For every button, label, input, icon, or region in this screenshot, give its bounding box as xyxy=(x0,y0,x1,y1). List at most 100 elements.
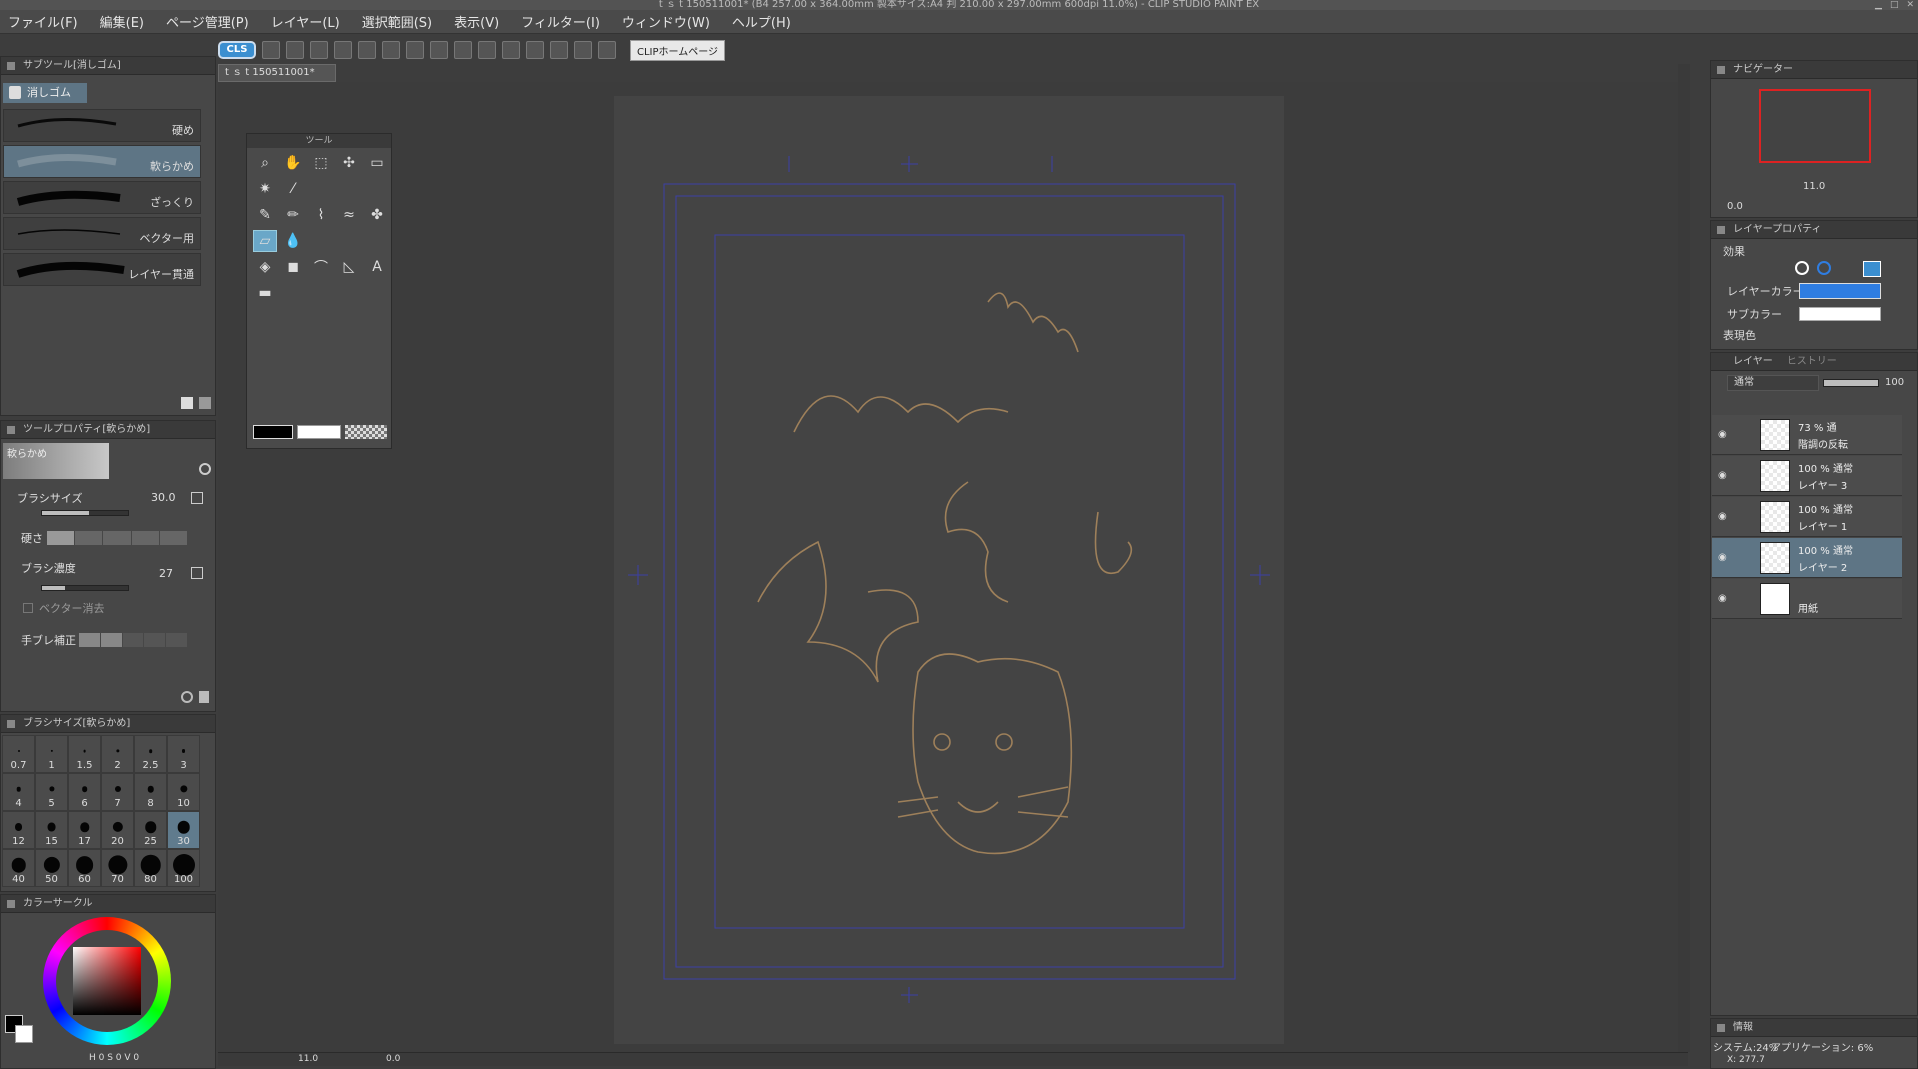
magnify-icon[interactable] xyxy=(199,463,211,475)
brush-size-preset[interactable]: 70 xyxy=(101,849,134,887)
brush-size-preset[interactable]: 25 xyxy=(134,811,167,849)
ruler-tool-icon[interactable]: ◺ xyxy=(337,256,361,278)
history-tab[interactable]: ヒストリー xyxy=(1787,353,1837,370)
navigator-rotate[interactable]: 0.0 xyxy=(1727,201,1743,212)
sub-color-swatch[interactable] xyxy=(15,1025,33,1043)
blend-tool-icon[interactable]: 💧 xyxy=(281,230,305,252)
layer-row[interactable]: ◉ 73 % 通階調の反転 xyxy=(1712,415,1902,455)
border-effect-icon[interactable] xyxy=(1795,261,1809,275)
brush-size-value[interactable]: 30.0 xyxy=(151,491,176,504)
subtool-item-through-layers[interactable]: レイヤー貫通 xyxy=(3,253,201,286)
decoration-tool-icon[interactable]: ✤ xyxy=(365,204,389,226)
navigator-preview[interactable] xyxy=(1759,89,1871,163)
brush-size-preset[interactable]: 100 xyxy=(167,849,200,887)
menu-layer[interactable]: レイヤー(L) xyxy=(271,12,340,31)
eye-icon[interactable]: ◉ xyxy=(1718,552,1727,563)
fill-icon[interactable] xyxy=(406,41,424,59)
brush-size-preset[interactable]: 1 xyxy=(35,735,68,773)
navigator-zoom[interactable]: 11.0 xyxy=(1803,181,1825,192)
opacity-value[interactable]: 100 xyxy=(1885,377,1904,388)
transparent-color-bar[interactable] xyxy=(345,425,387,439)
brush-size-preset[interactable]: 0.7 xyxy=(2,735,35,773)
subtool-item-rough[interactable]: ざっくり xyxy=(3,181,201,214)
pressure-toggle-icon[interactable] xyxy=(191,492,203,504)
auto-select-tool-icon[interactable]: ✷ xyxy=(253,178,277,200)
save-icon[interactable] xyxy=(310,41,328,59)
menu-filter[interactable]: フィルター(I) xyxy=(521,12,600,31)
eye-icon[interactable]: ◉ xyxy=(1718,429,1727,440)
brush-size-preset[interactable]: 60 xyxy=(68,849,101,887)
subtool-group-tab[interactable]: 消しゴム xyxy=(3,83,87,103)
frame-tool-icon[interactable]: ▬ xyxy=(253,282,277,304)
brush-size-preset[interactable]: 2.5 xyxy=(134,735,167,773)
new-file-icon[interactable] xyxy=(262,41,280,59)
layers-tab[interactable]: レイヤー xyxy=(1733,353,1773,370)
menu-page[interactable]: ページ管理(P) xyxy=(166,12,249,31)
saturation-value-square[interactable] xyxy=(73,947,141,1015)
ruler-snap-icon[interactable] xyxy=(478,41,496,59)
brush-size-preset[interactable]: 1.5 xyxy=(68,735,101,773)
maximize-icon[interactable]: □ xyxy=(1890,0,1899,10)
move-tool-icon[interactable]: ✣ xyxy=(337,152,361,174)
vector-erase-checkbox[interactable] xyxy=(23,603,33,613)
zoom-tool-icon[interactable]: ⌕ xyxy=(253,152,277,174)
pressure-toggle-icon[interactable] xyxy=(191,567,203,579)
layer-color-swatch[interactable] xyxy=(1799,283,1881,299)
stabilization-selector[interactable] xyxy=(79,633,187,647)
open-file-icon[interactable] xyxy=(286,41,304,59)
vertical-scrollbar[interactable] xyxy=(1678,64,1690,1052)
brush-size-preset[interactable]: 5 xyxy=(35,773,68,811)
brush-size-preset[interactable]: 2 xyxy=(101,735,134,773)
sub-color-swatch[interactable] xyxy=(1799,307,1881,321)
eye-icon[interactable]: ◉ xyxy=(1718,593,1727,604)
density-slider[interactable] xyxy=(41,585,129,591)
gradient-tool-icon[interactable]: ◼ xyxy=(281,256,305,278)
brush-size-preset[interactable]: 30 xyxy=(167,811,200,849)
airbrush-tool-icon[interactable]: ≈ xyxy=(337,204,361,226)
menu-selection[interactable]: 選択範囲(S) xyxy=(362,12,432,31)
line-icon[interactable] xyxy=(550,41,568,59)
pencil-tool-icon[interactable]: ✏ xyxy=(281,204,305,226)
sub-color-bar[interactable] xyxy=(297,425,341,439)
clear-icon[interactable] xyxy=(430,41,448,59)
delete-subtool-icon[interactable] xyxy=(199,397,211,409)
brush-size-preset[interactable]: 50 xyxy=(35,849,68,887)
menu-edit[interactable]: 編集(E) xyxy=(100,12,144,31)
menu-help[interactable]: ヘルプ(H) xyxy=(732,12,791,31)
grid-snap-icon[interactable] xyxy=(526,41,544,59)
hand-tool-icon[interactable]: ✋ xyxy=(281,152,305,174)
eye-icon[interactable]: ◉ xyxy=(1718,470,1727,481)
brush-size-preset[interactable]: 4 xyxy=(2,773,35,811)
brush-size-preset[interactable]: 3 xyxy=(167,735,200,773)
subtool-item-vector[interactable]: ベクター用 xyxy=(3,217,201,250)
brush-size-preset[interactable]: 12 xyxy=(2,811,35,849)
layer-row[interactable]: ◉ 100 % 通常 レイヤー 2 xyxy=(1712,538,1902,578)
eyedropper-tool-icon[interactable]: ⁄ xyxy=(281,178,305,200)
minimize-icon[interactable]: ▁ xyxy=(1875,0,1882,10)
new-subtool-icon[interactable] xyxy=(181,397,193,409)
clip-homepage-button[interactable]: CLIPホームページ xyxy=(630,39,726,61)
layer-color-effect-icon[interactable] xyxy=(1863,261,1881,277)
menu-file[interactable]: ファイル(F) xyxy=(8,12,78,31)
redo-icon[interactable] xyxy=(358,41,376,59)
brush-size-preset[interactable]: 80 xyxy=(134,849,167,887)
layer-row[interactable]: ◉ 100 % 通常 レイヤー 1 xyxy=(1712,497,1902,537)
subtool-item-soft[interactable]: 軟らかめ xyxy=(3,145,201,178)
brush-size-preset[interactable]: 6 xyxy=(68,773,101,811)
brush-size-preset[interactable]: 7 xyxy=(101,773,134,811)
pen-pressure-icon[interactable] xyxy=(598,41,616,59)
layer-row[interactable]: ◉ 100 % 通常 レイヤー 3 xyxy=(1712,456,1902,496)
curve-icon[interactable] xyxy=(574,41,592,59)
brush-size-preset[interactable]: 40 xyxy=(2,849,35,887)
wrench-icon[interactable] xyxy=(199,691,209,703)
brush-tool-icon[interactable]: ⌇ xyxy=(309,204,333,226)
brush-size-slider[interactable] xyxy=(41,510,129,516)
menu-window[interactable]: ウィンドウ(W) xyxy=(622,12,710,31)
brush-size-preset[interactable]: 8 xyxy=(134,773,167,811)
layer-row[interactable]: ◉ 用紙 xyxy=(1712,579,1902,619)
eye-icon[interactable]: ◉ xyxy=(1718,511,1727,522)
settings-icon[interactable] xyxy=(181,691,193,703)
horizontal-scrollbar[interactable]: 11.0 0.0 xyxy=(218,1052,1688,1066)
density-value[interactable]: 27 xyxy=(159,567,173,580)
brush-size-preset[interactable]: 17 xyxy=(68,811,101,849)
